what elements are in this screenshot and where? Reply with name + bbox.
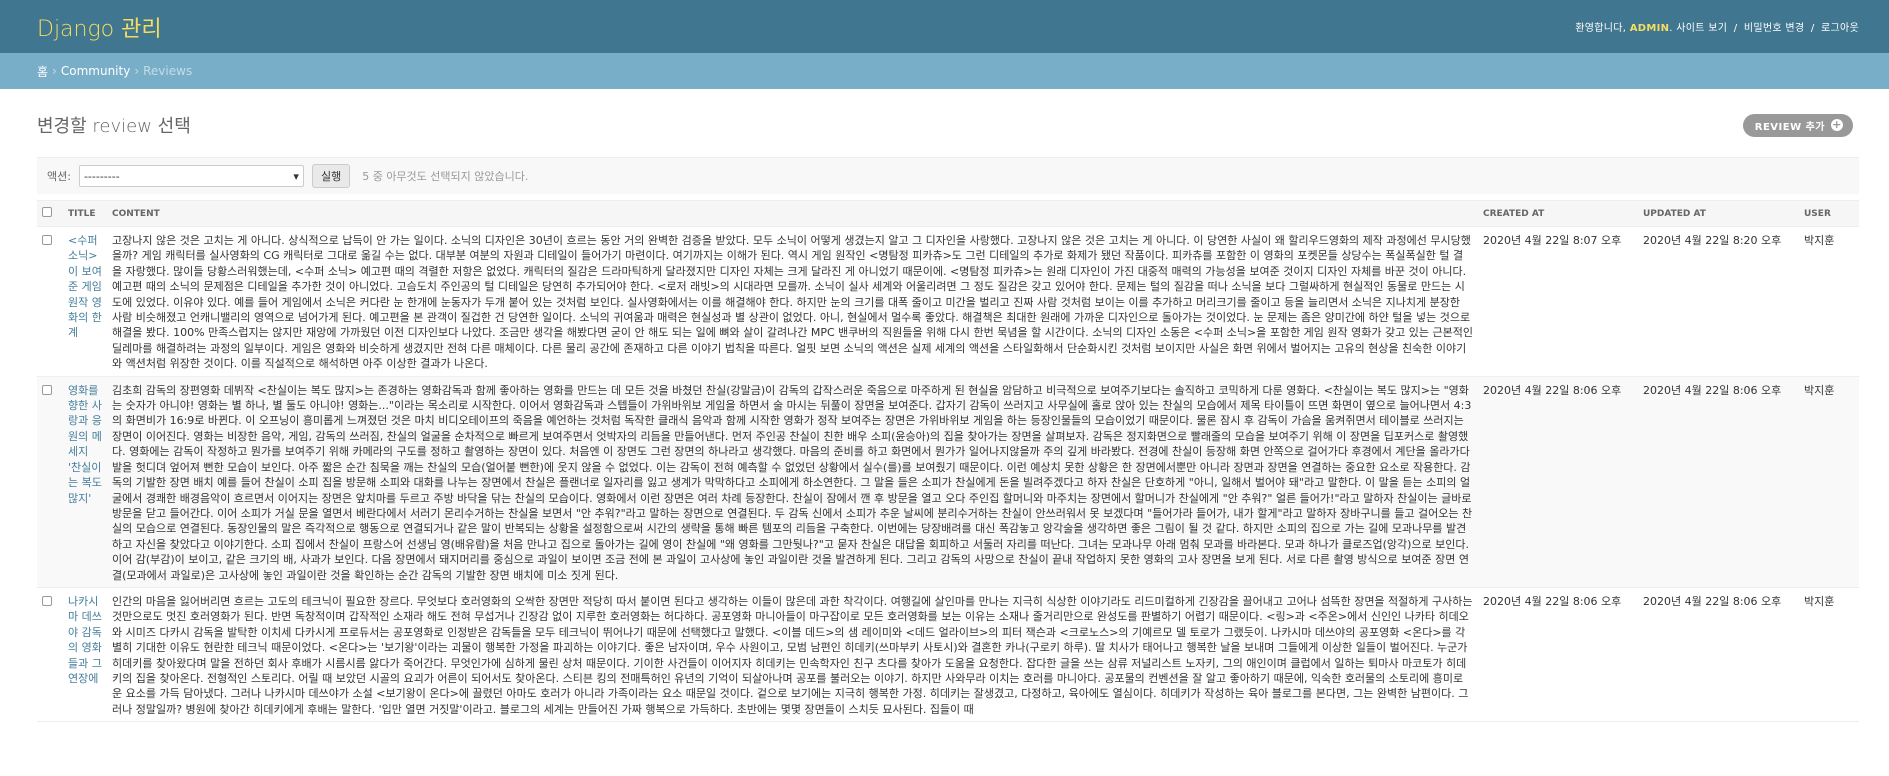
row-select-cell	[37, 587, 63, 723]
view-site-link[interactable]: 사이트 보기	[1676, 23, 1727, 34]
table-row: <수퍼 소닉> 이 보여준 게임 원작 영화의 한계 고장나지 않은 것은 고치…	[37, 226, 1859, 377]
column-header-created-at[interactable]: CREATED AT	[1478, 200, 1638, 227]
row-updated-at: 2020년 4월 22일 8:06 오후	[1638, 587, 1799, 723]
change-password-link[interactable]: 비밀번호 변경	[1744, 23, 1804, 34]
go-button[interactable]: 실행	[311, 164, 351, 188]
column-header-user[interactable]: USER	[1799, 200, 1859, 227]
table-header-row: TITLE CONTENT CREATED AT UPDATED AT USER	[37, 200, 1859, 227]
main-content: 변경할 review 선택 REVIEW 추가 + 액션: --------- …	[0, 89, 1889, 723]
actions-bar: 액션: --------- ▾ 실행 5 중 아무것도 선택되지 않았습니다.	[37, 157, 1859, 194]
select-all-header	[37, 200, 63, 227]
row-updated-at: 2020년 4월 22일 8:20 오후	[1638, 226, 1799, 377]
logout-link[interactable]: 로그아웃	[1821, 23, 1859, 34]
row-user: 박지훈	[1799, 226, 1859, 377]
plus-icon: +	[1831, 118, 1843, 131]
table-row: 나카시마 데쓰야 감독의 영화들과 그 연장에 인간의 마음을 잃어버리면 흐르…	[37, 587, 1859, 723]
separator: /	[1810, 23, 1815, 34]
row-created-at: 2020년 4월 22일 8:07 오후	[1478, 226, 1638, 377]
breadcrumb: 홈 › Community › Reviews	[0, 53, 1889, 89]
breadcrumb-app[interactable]: Community	[61, 64, 130, 78]
row-created-at: 2020년 4월 22일 8:06 오후	[1478, 587, 1638, 723]
action-select[interactable]: --------- ▾	[78, 165, 304, 187]
row-title-link[interactable]: 영화를 향한 사랑과 응원의 메세지 '찬실이는 복도 많지'	[63, 376, 107, 588]
title-row: 변경할 review 선택 REVIEW 추가 +	[37, 109, 1859, 141]
user-tools: 환영합니다, ADMIN. 사이트 보기 / 비밀번호 변경 / 로그아웃	[1575, 23, 1859, 34]
row-created-at: 2020년 4월 22일 8:06 오후	[1478, 376, 1638, 588]
separator: /	[1733, 23, 1738, 34]
row-select-cell	[37, 376, 63, 588]
header: Django 관리 환영합니다, ADMIN. 사이트 보기 / 비밀번호 변경…	[0, 0, 1889, 53]
action-label: 액션:	[47, 170, 71, 183]
site-branding[interactable]: Django 관리	[37, 11, 162, 43]
column-header-content[interactable]: CONTENT	[107, 200, 1478, 227]
row-checkbox[interactable]	[42, 235, 52, 245]
row-content: 인간의 마음을 잃어버리면 흐르는 고도의 테크닉이 필요한 장르다. 무엇보다…	[107, 587, 1478, 723]
action-selected-value: ---------	[83, 169, 120, 183]
action-counter: 5 중 아무것도 선택되지 않았습니다.	[362, 170, 529, 183]
row-title-link[interactable]: <수퍼 소닉> 이 보여준 게임 원작 영화의 한계	[63, 226, 107, 377]
column-header-updated-at[interactable]: UPDATED AT	[1638, 200, 1799, 227]
select-all-checkbox[interactable]	[42, 207, 52, 217]
page-title: 변경할 review 선택	[37, 116, 191, 137]
row-user: 박지훈	[1799, 587, 1859, 723]
row-updated-at: 2020년 4월 22일 8:06 오후	[1638, 376, 1799, 588]
row-user: 박지훈	[1799, 376, 1859, 588]
row-checkbox[interactable]	[42, 384, 52, 395]
row-content: 고장나지 않은 것은 고치는 게 아니다. 상식적으로 납득이 안 가는 일이다…	[107, 226, 1478, 377]
add-review-label: REVIEW 추가	[1754, 121, 1825, 133]
breadcrumb-current: Reviews	[143, 64, 193, 78]
breadcrumb-separator: ›	[52, 64, 57, 78]
add-review-button[interactable]: REVIEW 추가 +	[1742, 113, 1853, 137]
table-row: 영화를 향한 사랑과 응원의 메세지 '찬실이는 복도 많지' 김초희 감독의 …	[37, 376, 1859, 588]
column-header-title[interactable]: TITLE	[63, 200, 107, 227]
welcome-text: 환영합니다,	[1575, 23, 1627, 34]
breadcrumb-separator: ›	[134, 64, 140, 78]
row-content: 김초희 감독의 장편영화 데뷔작 <찬실이는 복도 많지>는 존경하는 영화감독…	[107, 376, 1478, 588]
result-list: TITLE CONTENT CREATED AT UPDATED AT USER…	[37, 200, 1859, 723]
chevron-down-icon: ▾	[293, 169, 299, 183]
breadcrumb-home[interactable]: 홈	[37, 63, 48, 80]
row-title-link[interactable]: 나카시마 데쓰야 감독의 영화들과 그 연장에	[63, 587, 107, 723]
username: ADMIN	[1629, 23, 1670, 34]
row-checkbox[interactable]	[42, 595, 52, 606]
row-select-cell	[37, 226, 63, 377]
